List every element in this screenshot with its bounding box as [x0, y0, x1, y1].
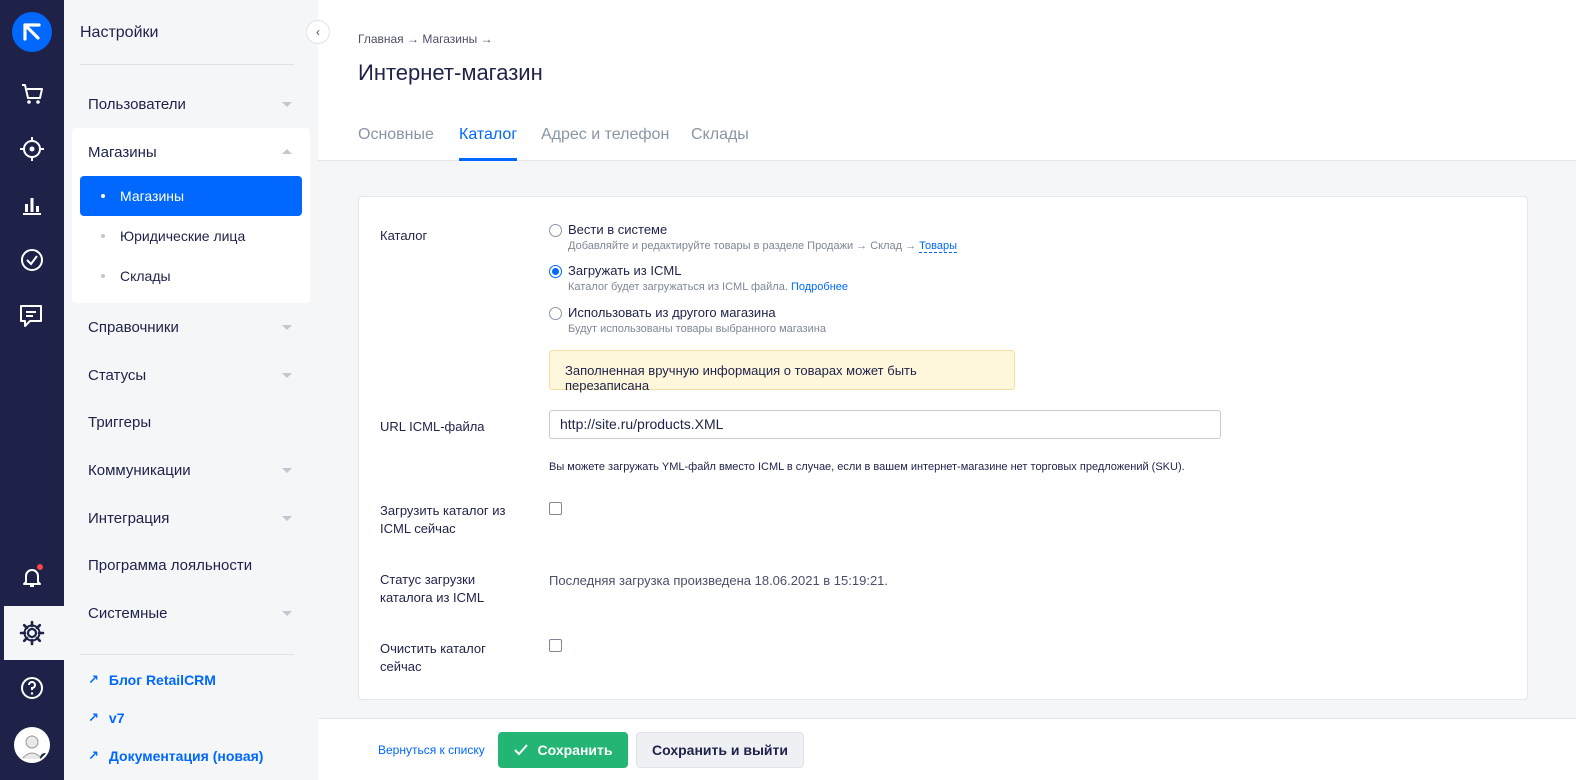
sidebar-item-triggers[interactable]: Триггеры	[88, 414, 151, 431]
tab-address-phone[interactable]: Адрес и телефон	[541, 126, 669, 144]
chevron-down-icon	[282, 516, 292, 521]
bell-icon[interactable]	[16, 561, 48, 593]
page-title: Интернет-магазин	[358, 60, 543, 85]
sidebar-subitem-warehouses[interactable]: Склады	[120, 268, 171, 284]
option-label: Загружать из ICML	[568, 263, 682, 278]
settings-sidebar: Настройки Пользователи Магазины Магазины…	[64, 0, 318, 780]
radio-load-from-icml[interactable]	[549, 265, 562, 278]
page-header: Главная → Магазины → Интернет-магазин Ос…	[318, 0, 1576, 161]
sidebar-item-integration[interactable]: Интеграция	[88, 510, 169, 527]
chevron-down-icon	[282, 325, 292, 330]
tab-catalog[interactable]: Каталог	[459, 126, 517, 144]
chevron-up-icon	[282, 149, 292, 154]
chevron-down-icon	[282, 468, 292, 473]
check-icon	[513, 744, 528, 756]
external-arrow-icon: ↗	[88, 672, 99, 687]
settings-active-bar	[0, 606, 4, 660]
sidebar-item-references[interactable]: Справочники	[88, 319, 179, 336]
bullet-icon	[101, 234, 105, 238]
help-icon[interactable]	[16, 672, 48, 704]
clear-label: Очистить каталог сейчас	[380, 641, 486, 674]
active-tab-indicator	[459, 158, 517, 161]
chevron-left-icon: ‹	[316, 25, 320, 39]
save-button[interactable]: Сохранить	[498, 732, 628, 768]
option-label: Вести в системе	[568, 222, 668, 237]
sidebar-item-system[interactable]: Системные	[88, 605, 167, 622]
option-hint: Добавляйте и редактируйте товары в разде…	[568, 240, 958, 253]
link-docs-label: Документация (новая)	[108, 748, 264, 764]
analytics-icon[interactable]	[16, 189, 48, 221]
breadcrumb[interactable]: Главная → Магазины →	[358, 32, 493, 46]
link-blog-label: Блог RetailCRM	[108, 672, 216, 688]
notification-dot	[36, 563, 44, 571]
link-v7[interactable]: ↗ v7	[88, 710, 124, 726]
collapse-sidebar-button[interactable]: ‹	[306, 20, 330, 44]
chevron-down-icon	[282, 102, 292, 107]
sidebar-item-shops[interactable]: Магазины	[88, 144, 157, 161]
load-now-checkbox[interactable]	[549, 502, 562, 515]
app-rail	[0, 0, 64, 780]
sidebar-item-users[interactable]: Пользователи	[88, 96, 186, 113]
back-to-list-link[interactable]: Вернуться к списку	[378, 743, 485, 757]
option-hint-text: Добавляйте и редактируйте товары в разде…	[568, 240, 917, 252]
external-arrow-icon: ↗	[88, 748, 99, 763]
icml-url-input[interactable]: http://site.ru/products.XML	[549, 410, 1221, 439]
tab-main[interactable]: Основные	[358, 126, 434, 144]
gear-icon[interactable]	[16, 617, 48, 649]
form-footer: Вернуться к списку Сохранить Сохранить и…	[318, 718, 1576, 780]
user-avatar[interactable]	[14, 727, 50, 763]
external-arrow-icon: ↗	[88, 710, 99, 725]
load-now-label: Загрузить каталог из ICML сейчас	[380, 503, 506, 536]
catalog-settings-card: Каталог Вести в системе Добавляйте и ред…	[358, 196, 1528, 700]
link-blog[interactable]: ↗ Блог RetailCRM	[88, 672, 216, 688]
sidebar-subitem-shops-active[interactable]: Магазины	[80, 176, 302, 216]
online-status-dot	[40, 753, 48, 761]
cart-icon[interactable]	[16, 78, 48, 110]
link-v7-label: v7	[108, 710, 125, 726]
radio-manage-in-system[interactable]	[549, 224, 562, 237]
clear-checkbox[interactable]	[549, 639, 562, 652]
warning-box: Заполненная вручную информация о товарах…	[549, 350, 1015, 393]
tab-warehouses[interactable]: Склады	[691, 126, 749, 144]
more-info-link[interactable]: Подробнее	[791, 281, 848, 293]
sidebar-divider	[80, 654, 294, 655]
radio-use-other-shop[interactable]	[549, 307, 562, 320]
option-label: Использовать из другого магазина	[568, 305, 776, 320]
link-docs[interactable]: ↗ Документация (новая)	[88, 748, 263, 764]
status-label: Статус загрузки каталога из ICML	[380, 572, 485, 605]
sidebar-item-loyalty[interactable]: Программа лояльности	[88, 557, 252, 574]
sidebar-subitem-label: Магазины	[120, 188, 185, 204]
sidebar-divider	[80, 64, 294, 65]
option-hint: Будут использованы товары выбранного маг…	[568, 323, 826, 335]
status-value: Последняя загрузка произведена 18.06.202…	[549, 573, 889, 588]
products-link[interactable]: Товары	[919, 240, 958, 253]
main-content: Главная → Магазины → Интернет-магазин Ос…	[318, 0, 1576, 780]
option-hint: Каталог будет загружаться из ICML файла.…	[568, 281, 848, 293]
tasks-check-icon[interactable]	[16, 244, 48, 276]
url-label: URL ICML-файла	[380, 419, 485, 434]
chevron-down-icon	[282, 611, 292, 616]
chevron-down-icon	[282, 373, 292, 378]
retailcrm-logo-icon[interactable]	[12, 12, 52, 52]
option-hint-text: Каталог будет загружаться из ICML файла.	[568, 281, 788, 293]
chat-icon[interactable]	[16, 300, 48, 332]
sidebar-item-statuses[interactable]: Статусы	[88, 367, 146, 384]
bullet-icon	[101, 274, 105, 278]
url-hint: Вы можете загружать YML-файл вместо ICML…	[549, 461, 1185, 473]
bullet-icon	[101, 194, 105, 198]
save-and-exit-button[interactable]: Сохранить и выйти	[636, 732, 804, 768]
save-button-label: Сохранить	[537, 742, 613, 758]
target-icon[interactable]	[16, 133, 48, 165]
catalog-label: Каталог	[380, 228, 428, 243]
sidebar-item-communications[interactable]: Коммуникации	[88, 462, 191, 479]
sidebar-subitem-legal-entities[interactable]: Юридические лица	[120, 228, 245, 244]
sidebar-title: Настройки	[80, 24, 159, 41]
